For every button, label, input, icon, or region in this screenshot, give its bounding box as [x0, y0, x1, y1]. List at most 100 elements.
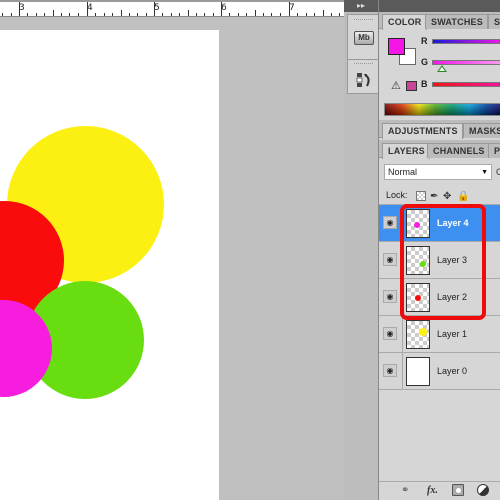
tab-channels[interactable]: CHANNELS: [427, 143, 490, 158]
ruler-tick: [204, 13, 206, 16]
ruler-tick: [229, 13, 231, 16]
lock-position-icon[interactable]: ✥: [443, 191, 451, 202]
tab-adjustments[interactable]: ADJUSTMENTS: [382, 123, 463, 139]
color-spectrum-ramp[interactable]: [384, 103, 500, 116]
tab-layers[interactable]: LAYERS: [382, 143, 430, 159]
fx-icon[interactable]: fx.: [427, 485, 438, 496]
document-canvas[interactable]: [0, 30, 219, 500]
layer-name[interactable]: Layer 3: [437, 255, 467, 265]
ruler-tick: [137, 13, 139, 16]
layer-row-layer-2[interactable]: ◉ Layer 2: [379, 279, 500, 316]
visibility-eye-icon[interactable]: ◉: [383, 216, 397, 229]
ruler-tick: [271, 13, 273, 16]
blue-channel-label: B: [421, 79, 428, 89]
lock-transparency-icon[interactable]: [416, 191, 426, 201]
ruler-tick: [196, 13, 197, 16]
ruler-tick: [69, 13, 71, 16]
red-channel-slider[interactable]: [432, 39, 500, 44]
chevron-down-icon: ▼: [481, 169, 488, 176]
ruler-tick: [27, 13, 29, 16]
thumbnail-dot: [420, 261, 426, 267]
tab-masks[interactable]: MASKS: [463, 123, 500, 138]
tab-styles[interactable]: S: [488, 14, 500, 29]
thumbnail-dot: [414, 222, 420, 228]
footer-divider: [379, 481, 500, 482]
layer-row-layer-1[interactable]: ◉ Layer 1: [379, 316, 500, 353]
layer-row-layer-0[interactable]: ◉ Layer 0: [379, 353, 500, 390]
grip-handle[interactable]: [354, 63, 373, 65]
ruler-tick: [162, 13, 164, 16]
layer-thumbnail: [406, 209, 430, 238]
ruler-tick: [322, 10, 324, 16]
adjustments-panel-tabs: ADJUSTMENTS MASKS: [379, 120, 500, 139]
visibility-eye-icon[interactable]: ◉: [383, 364, 397, 377]
add-mask-icon[interactable]: [452, 484, 464, 496]
collapsed-panel-group: Mb: [347, 14, 379, 94]
ruler-tick: [87, 2, 88, 16]
layer-name[interactable]: Layer 4: [437, 218, 469, 228]
tab-swatches[interactable]: SWATCHES: [425, 14, 488, 29]
ruler-tick: [145, 13, 147, 16]
lock-all-icon[interactable]: 🔒: [457, 191, 469, 202]
ruler-tick: [331, 13, 332, 16]
layer-name[interactable]: Layer 1: [437, 329, 467, 339]
ruler-tick: [297, 13, 299, 16]
link-icon[interactable]: ⚭: [401, 485, 409, 496]
ruler-tick: [52, 10, 54, 16]
visibility-eye-icon[interactable]: ◉: [383, 327, 397, 340]
thumbnail-dot: [419, 328, 427, 336]
blend-mode-select[interactable]: Normal ▼: [384, 164, 492, 180]
ruler-tick: [212, 13, 214, 16]
ruler-tick: [279, 13, 281, 16]
layer-name[interactable]: Layer 2: [437, 292, 467, 302]
ruler-tick: [339, 13, 341, 16]
ruler-tick: [154, 2, 155, 16]
horizontal-ruler: 3 4 5 6 7: [0, 0, 344, 17]
ruler-tick: [112, 13, 114, 16]
visibility-eye-icon[interactable]: ◉: [383, 253, 397, 266]
ruler-tick: [305, 13, 307, 16]
layer-thumbnail: [406, 320, 430, 349]
layer-thumbnail: [406, 246, 430, 275]
layer-row-layer-3[interactable]: ◉ Layer 3: [379, 242, 500, 279]
ruler-tick: [35, 13, 37, 16]
color-panel-tabs: COLOR SWATCHES S: [379, 12, 500, 30]
panels-column: COLOR SWATCHES S R G ⚠ B ADJUSTMENTS MAS…: [378, 0, 500, 500]
layer-row-layer-4[interactable]: ◉ Layer 4: [379, 205, 500, 242]
thumbnail-dot: [415, 295, 421, 301]
visibility-eye-icon[interactable]: ◉: [383, 290, 397, 303]
ruler-tick: [179, 13, 181, 16]
ruler-tick: [289, 2, 290, 16]
ruler-tick: [246, 13, 248, 16]
ruler-tick: [61, 13, 62, 16]
ruler-tick: [129, 13, 130, 16]
layer-thumbnail: [406, 357, 430, 386]
collapse-panels-icon[interactable]: ▸▸: [357, 0, 365, 12]
gamut-color-swatch[interactable]: [406, 81, 417, 91]
panels-header: [379, 0, 500, 12]
ruler-tick: [237, 13, 239, 16]
tab-color[interactable]: COLOR: [382, 14, 427, 30]
history-icon[interactable]: [356, 72, 372, 88]
green-slider-thumb[interactable]: [437, 65, 447, 72]
gamut-warning-icon[interactable]: ⚠: [391, 79, 401, 92]
ruler-tick: [263, 13, 264, 16]
mini-bridge-icon[interactable]: Mb: [354, 31, 374, 45]
adjustment-layer-icon[interactable]: [477, 484, 489, 496]
tab-paths[interactable]: P: [488, 143, 500, 158]
blue-channel-slider[interactable]: [432, 82, 500, 87]
ruler-tick: [19, 2, 20, 16]
layer-name[interactable]: Layer 0: [437, 366, 467, 376]
ruler-tick: [254, 10, 256, 16]
ruler-tick: [221, 2, 222, 16]
layer-thumbnail: [406, 283, 430, 312]
grip-handle[interactable]: [354, 19, 373, 21]
document-workspace: [0, 17, 345, 500]
red-channel-label: R: [421, 36, 428, 46]
opacity-label: O: [496, 167, 500, 177]
foreground-color-swatch[interactable]: [388, 38, 405, 55]
ruler-tick: [187, 10, 189, 16]
green-channel-label: G: [421, 57, 429, 67]
lock-image-icon[interactable]: ✒: [430, 191, 438, 202]
ruler-tick: [103, 13, 105, 16]
